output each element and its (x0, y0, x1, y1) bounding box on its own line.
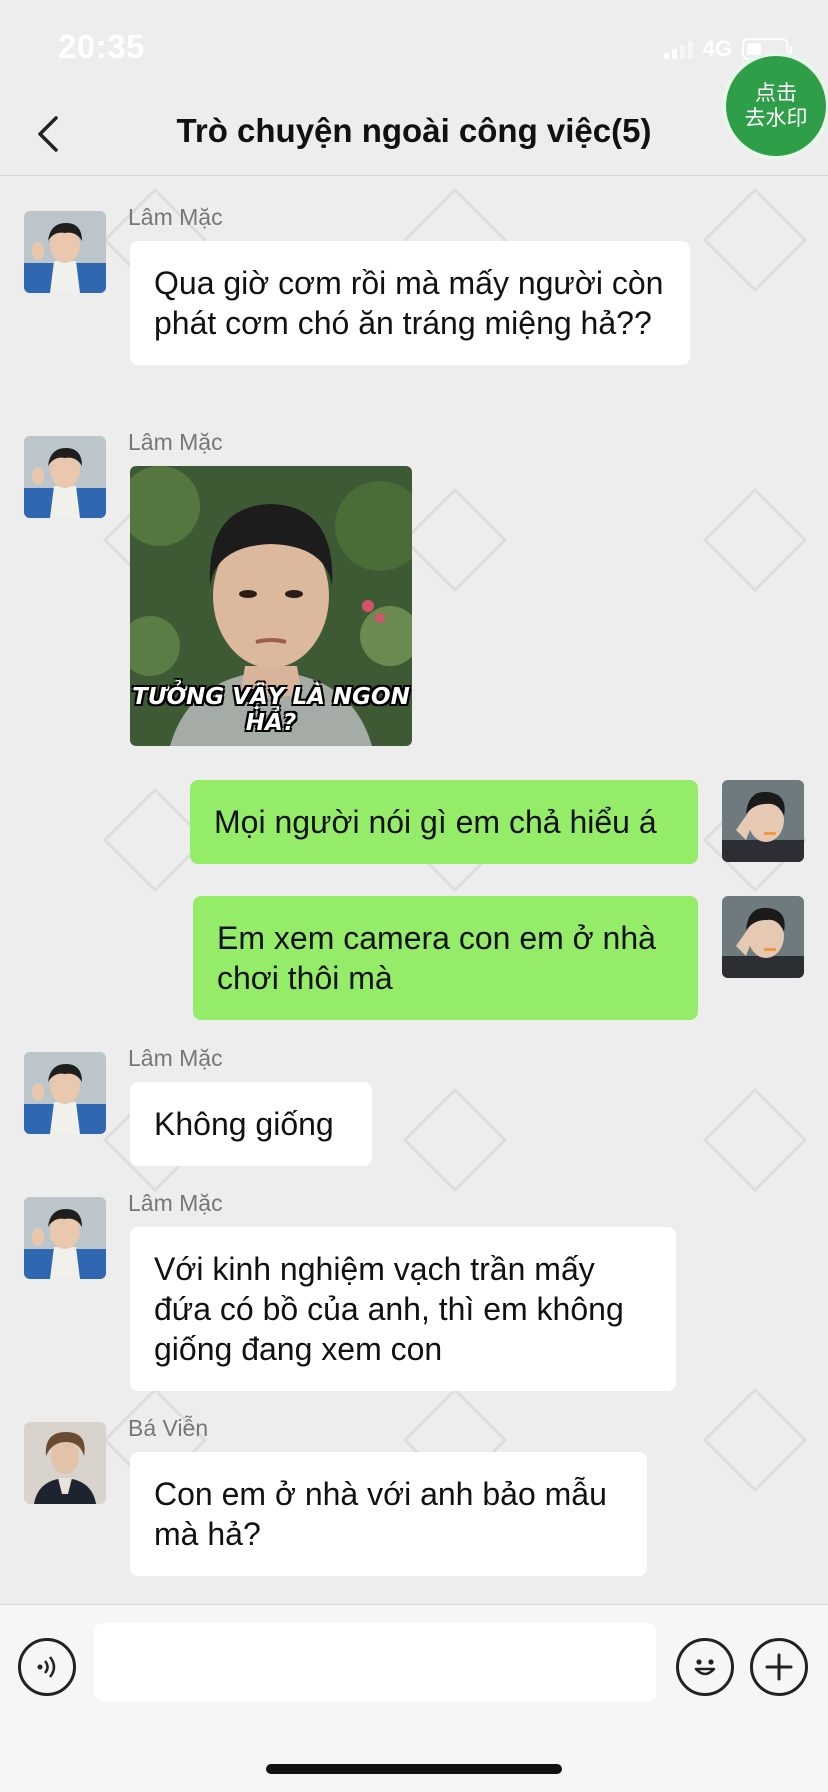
sticker-caption: TƯỞNG VẬY LÀ NGON HẢ? (132, 684, 410, 736)
sender-name: Lâm Mặc (128, 1045, 223, 1071)
remove-watermark-button[interactable]: 点击 去水印 (722, 52, 828, 160)
status-time: 20:35 (58, 28, 145, 65)
sender-name: Bá Viễn (128, 1415, 209, 1441)
my-message-bubble[interactable]: Em xem camera con em ở nhà chơi thôi mà (193, 896, 698, 1020)
avatar-me[interactable] (722, 780, 804, 862)
avatar-lam-mac[interactable] (24, 1197, 106, 1279)
voice-icon (37, 1656, 56, 1678)
watermark-button-line1: 点击 (755, 82, 797, 105)
message-bubble[interactable]: Qua giờ cơm rồi mà mấy người còn phát cơ… (130, 241, 690, 365)
message-bubble[interactable]: Không giống (130, 1082, 372, 1166)
emoji-button[interactable] (676, 1638, 734, 1696)
sender-name: Lâm Mặc (128, 1190, 223, 1216)
emoji-icon (694, 1659, 716, 1676)
avatar-lam-mac[interactable] (24, 436, 106, 518)
chat-header: Trò chuyện ngoài công việc(5) (0, 100, 828, 176)
status-bar: 20:35 4G (0, 0, 828, 100)
voice-button[interactable] (18, 1638, 76, 1696)
sticker-image[interactable]: TƯỞNG VẬY LÀ NGON HẢ? (130, 466, 412, 746)
avatar-me[interactable] (722, 896, 804, 978)
sender-name: Lâm Mặc (128, 429, 223, 455)
home-indicator (266, 1764, 562, 1774)
plus-icon (765, 1653, 793, 1681)
avatar-lam-mac[interactable] (24, 1052, 106, 1134)
network-type: 4G (702, 36, 732, 61)
message-bubble[interactable]: Với kinh nghiệm vạch trần mấy đứa có bồ … (130, 1227, 676, 1391)
watermark-button-line2: 去水印 (744, 107, 808, 130)
avatar-ba-vien[interactable] (24, 1422, 106, 1504)
message-bubble[interactable]: Con em ở nhà với anh bảo mẫu mà hả? (130, 1452, 647, 1576)
message-input[interactable] (94, 1623, 656, 1701)
chat-title: Trò chuyện ngoài công việc(5) (176, 112, 652, 149)
signal-icon (663, 39, 693, 59)
more-button[interactable] (750, 1638, 808, 1696)
avatar-lam-mac[interactable] (24, 211, 106, 293)
sender-name: Lâm Mặc (128, 204, 223, 230)
my-message-bubble[interactable]: Mọi người nói gì em chả hiểu á (190, 780, 698, 864)
